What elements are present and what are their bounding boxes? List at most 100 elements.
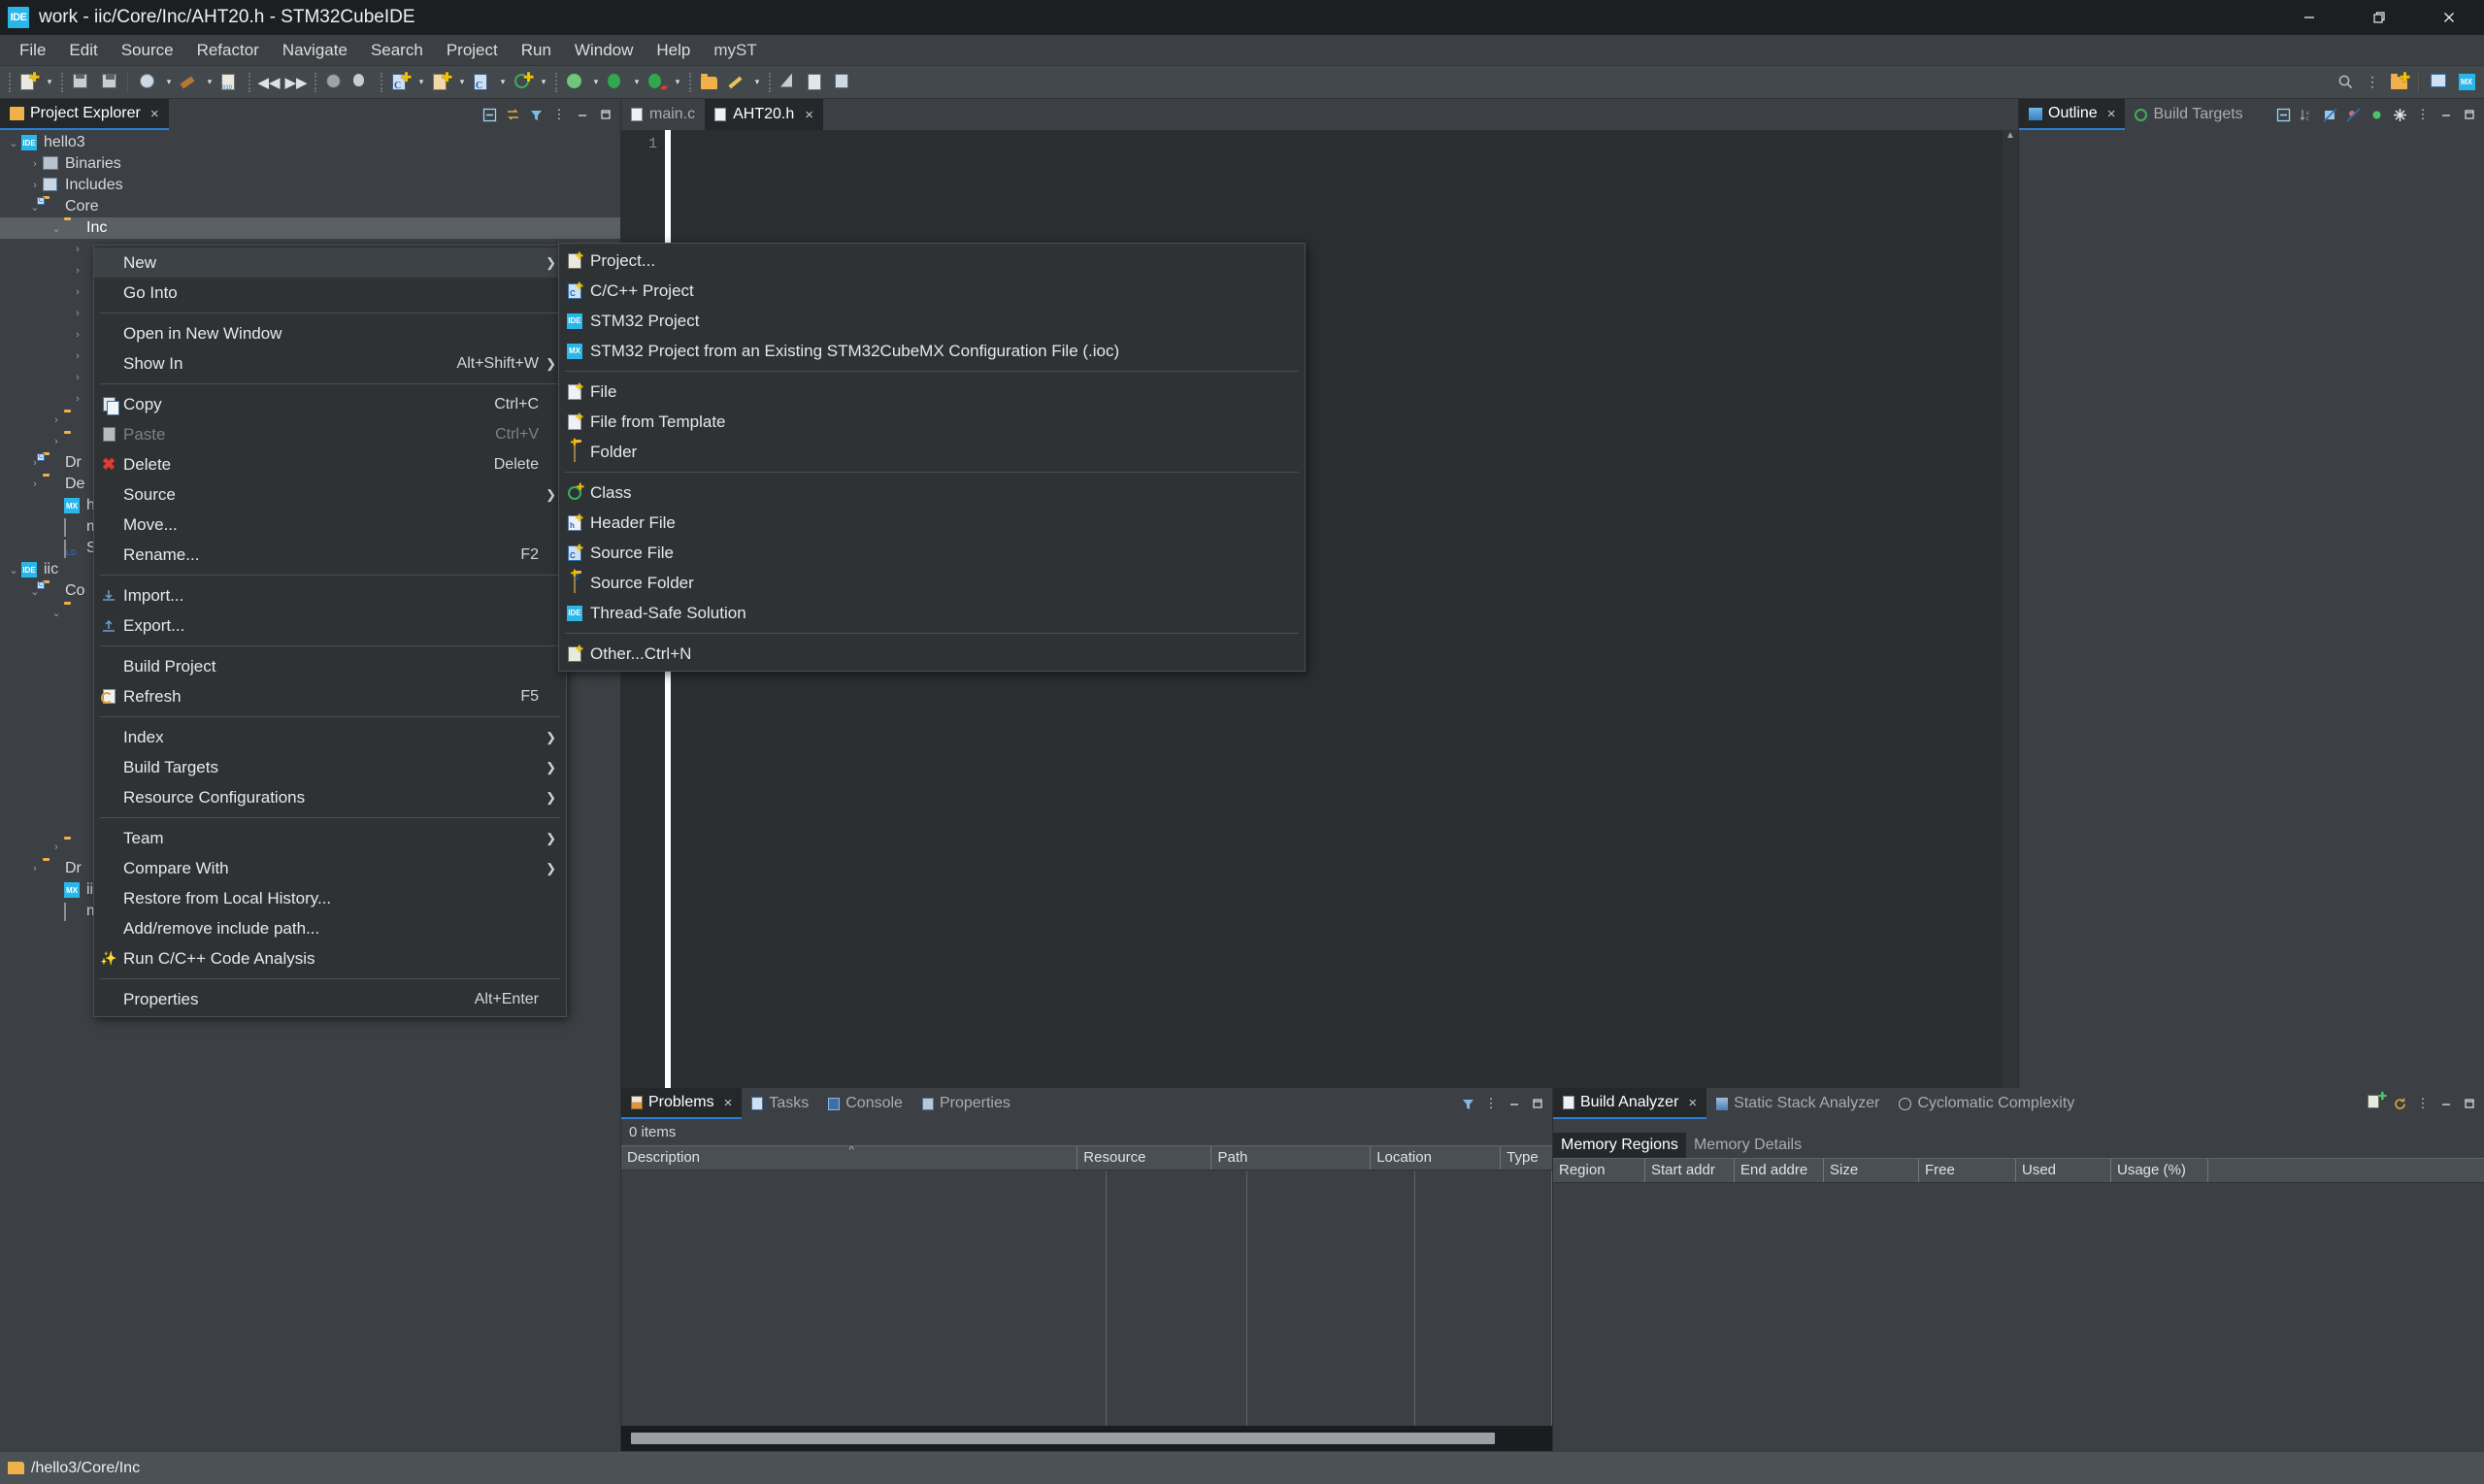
subtab-memory-regions[interactable]: Memory Regions <box>1553 1133 1686 1158</box>
maximize-view-icon[interactable] <box>1527 1093 1548 1114</box>
menu-item-refresh[interactable]: Refresh F5 <box>94 681 566 711</box>
collapse-all-icon[interactable] <box>2272 104 2294 125</box>
new-build-config-icon[interactable]: ✚ <box>2366 1092 2387 1114</box>
menu-item-go-into[interactable]: Go Into <box>94 278 566 308</box>
open-type-icon[interactable]: ✚ <box>511 70 536 95</box>
binary-doc-icon[interactable]: 010 <box>217 70 243 95</box>
new-source-file-icon[interactable]: C <box>470 70 495 95</box>
minimize-view-icon[interactable] <box>2435 104 2457 125</box>
search-icon[interactable] <box>2333 70 2358 95</box>
close-icon[interactable]: × <box>1688 1095 1697 1111</box>
tab-aht20-h[interactable]: AHT20.h × <box>705 99 824 130</box>
submenu-item-source-file[interactable]: C ✚ Source File <box>559 538 1305 568</box>
menu-window[interactable]: Window <box>563 37 645 64</box>
debug-bug-icon[interactable] <box>349 70 375 95</box>
refresh-icon[interactable] <box>2389 1093 2410 1114</box>
tree-expander-icon[interactable]: › <box>70 350 85 362</box>
tab-main-c[interactable]: main.c <box>621 99 705 130</box>
tree-expander-icon[interactable]: › <box>27 863 43 874</box>
submenu-item-stm32-project[interactable]: IDE STM32 Project <box>559 306 1305 336</box>
column-header-start-addr[interactable]: Start addr <box>1645 1159 1735 1182</box>
tab-properties[interactable]: Properties <box>911 1088 1020 1119</box>
hide-fields-icon[interactable] <box>2319 104 2340 125</box>
menu-item-resource-configurations[interactable]: Resource Configurations ❯ <box>94 782 566 812</box>
close-icon[interactable]: × <box>150 106 159 122</box>
menu-myst[interactable]: myST <box>702 37 768 64</box>
column-header-end-addr[interactable]: End addre <box>1735 1159 1824 1182</box>
tab-build-targets[interactable]: Build Targets <box>2125 99 2253 130</box>
minimize-view-icon[interactable] <box>2435 1093 2457 1114</box>
view-filter-icon[interactable] <box>525 104 546 125</box>
menu-item-team[interactable]: Team ❯ <box>94 823 566 853</box>
submenu-item-file[interactable]: ✚ File <box>559 377 1305 407</box>
menu-run[interactable]: Run <box>510 37 563 64</box>
toolbar-overflow-icon[interactable]: ⋮ <box>2360 70 2385 95</box>
view-menu-icon[interactable]: ⋮ <box>2412 1093 2434 1114</box>
maximize-view-icon[interactable] <box>2459 104 2480 125</box>
menu-item-rename[interactable]: Rename... F2 <box>94 540 566 570</box>
forward-icon[interactable]: ▶▶ <box>283 70 309 95</box>
open-resource-icon[interactable] <box>697 70 722 95</box>
hide-static-icon[interactable] <box>2342 104 2364 125</box>
pencil-dropdown-icon[interactable]: ▾ <box>750 70 764 95</box>
minimize-view-icon[interactable] <box>572 104 593 125</box>
minimize-view-icon[interactable] <box>1504 1093 1525 1114</box>
close-icon[interactable]: × <box>724 1095 733 1111</box>
minimize-button[interactable] <box>2274 0 2344 35</box>
menu-item-compare-with[interactable]: Compare With ❯ <box>94 853 566 883</box>
submenu-item-project[interactable]: ✚ Project... <box>559 246 1305 276</box>
tree-item[interactable]: ⌄ C Core <box>0 196 620 217</box>
tab-build-analyzer[interactable]: Build Analyzer × <box>1553 1088 1707 1119</box>
problems-table-body[interactable] <box>621 1171 1553 1426</box>
tree-expander-icon[interactable]: › <box>70 286 85 298</box>
tree-item[interactable]: › Includes <box>0 175 620 196</box>
scroll-up-icon[interactable]: ▲ <box>2005 130 2015 144</box>
memory-table-body[interactable] <box>1553 1183 2484 1451</box>
menu-navigate[interactable]: Navigate <box>271 37 359 64</box>
hide-non-public-icon[interactable] <box>2366 104 2387 125</box>
submenu-item-stm32-project-from-an-existing-stm32cube[interactable]: MX STM32 Project from an Existing STM32Cu… <box>559 336 1305 366</box>
run-icon[interactable] <box>604 70 629 95</box>
tree-expander-icon[interactable]: › <box>70 265 85 277</box>
maximize-view-icon[interactable] <box>2459 1093 2480 1114</box>
menu-help[interactable]: Help <box>645 37 702 64</box>
tree-expander-icon[interactable]: ⌄ <box>49 222 64 235</box>
menu-item-run-c-c-code-analysis[interactable]: ✨ Run C/C++ Code Analysis <box>94 943 566 973</box>
close-icon[interactable]: × <box>805 107 813 123</box>
new-class-icon[interactable]: ✚ <box>429 70 454 95</box>
menu-source[interactable]: Source <box>110 37 185 64</box>
menu-item-new[interactable]: New ❯ <box>94 247 566 278</box>
tree-expander-icon[interactable]: ⌄ <box>6 564 21 577</box>
scrollbar-thumb[interactable] <box>631 1433 1495 1444</box>
view-filter-icon[interactable] <box>1457 1093 1478 1114</box>
submenu-item-c-c-project[interactable]: C ✚ C/C++ Project <box>559 276 1305 306</box>
menu-project[interactable]: Project <box>435 37 510 64</box>
pencil-icon[interactable] <box>724 70 749 95</box>
tree-expander-icon[interactable]: › <box>70 393 85 405</box>
menu-item-move[interactable]: Move... <box>94 510 566 540</box>
tab-tasks[interactable]: Tasks <box>742 1088 819 1119</box>
view-menu-icon[interactable]: ⋮ <box>548 104 570 125</box>
debug-icon[interactable] <box>563 70 588 95</box>
tree-item[interactable]: › Binaries <box>0 153 620 175</box>
tab-cyclomatic-complexity[interactable]: Cyclomatic Complexity <box>1889 1088 2085 1119</box>
submenu-item-file-from-template[interactable]: ✚ File from Template <box>559 407 1305 437</box>
tree-expander-icon[interactable]: ⌄ <box>49 607 64 619</box>
column-header-size[interactable]: Size <box>1824 1159 1919 1182</box>
tree-expander-icon[interactable]: › <box>49 436 64 447</box>
menu-edit[interactable]: Edit <box>57 37 109 64</box>
problems-horizontal-scrollbar[interactable] <box>621 1426 1552 1451</box>
column-header-description[interactable]: Description ^ <box>621 1146 1078 1170</box>
build-dropdown-icon[interactable]: ▾ <box>162 70 176 95</box>
menu-item-open-in-new-window[interactable]: Open in New Window <box>94 318 566 348</box>
perspective-mx-icon[interactable]: MX <box>2454 70 2479 95</box>
new-window-icon[interactable] <box>804 70 829 95</box>
new-icon[interactable]: ✚ <box>17 70 42 95</box>
menu-item-properties[interactable]: Properties Alt+Enter <box>94 984 566 1014</box>
submenu-item-other[interactable]: ✚ Other... Ctrl+N <box>559 639 1305 669</box>
submenu-item-source-folder[interactable]: C ✚ Source Folder <box>559 568 1305 598</box>
tree-expander-icon[interactable]: › <box>49 841 64 853</box>
menu-item-delete[interactable]: ✖ Delete Delete <box>94 449 566 479</box>
tab-outline[interactable]: Outline × <box>2019 99 2126 130</box>
menu-item-show-in[interactable]: Show In Alt+Shift+W ❯ <box>94 348 566 379</box>
